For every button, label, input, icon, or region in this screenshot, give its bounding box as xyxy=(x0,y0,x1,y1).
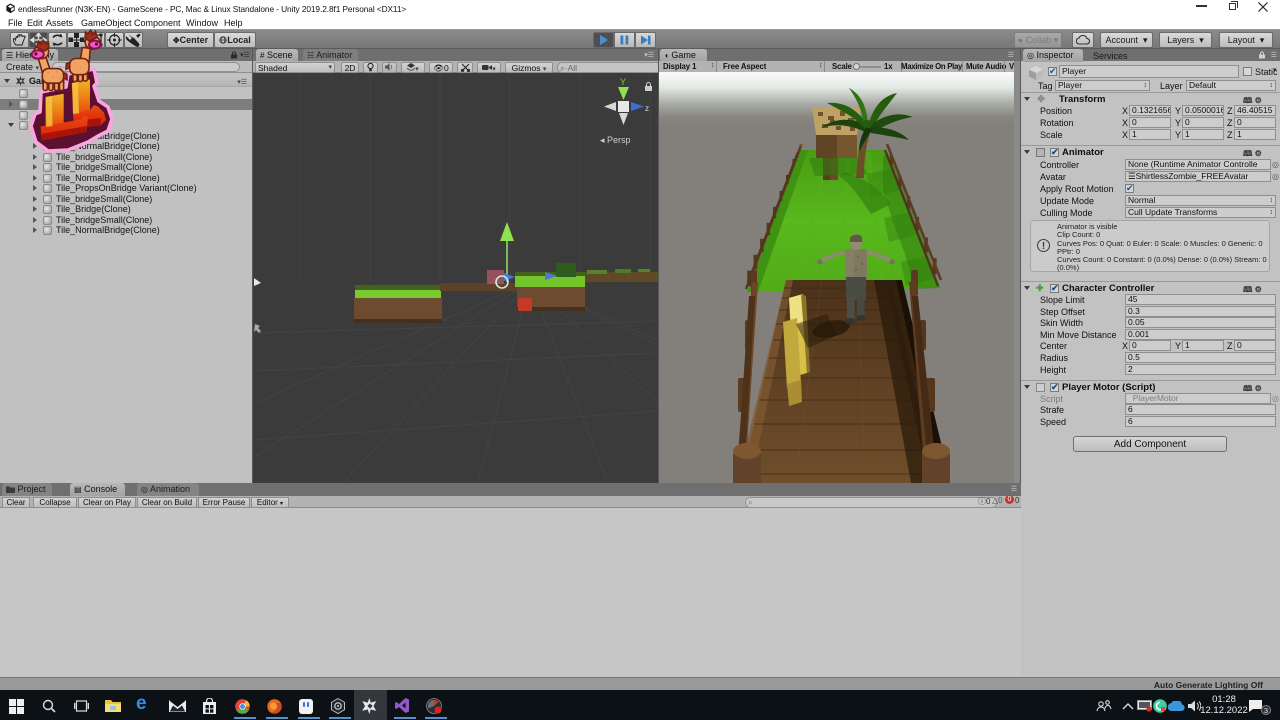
svg-text:z: z xyxy=(645,104,649,113)
svg-text:◂ Persp: ◂ Persp xyxy=(600,135,631,145)
svg-text:Y: Y xyxy=(620,77,626,87)
